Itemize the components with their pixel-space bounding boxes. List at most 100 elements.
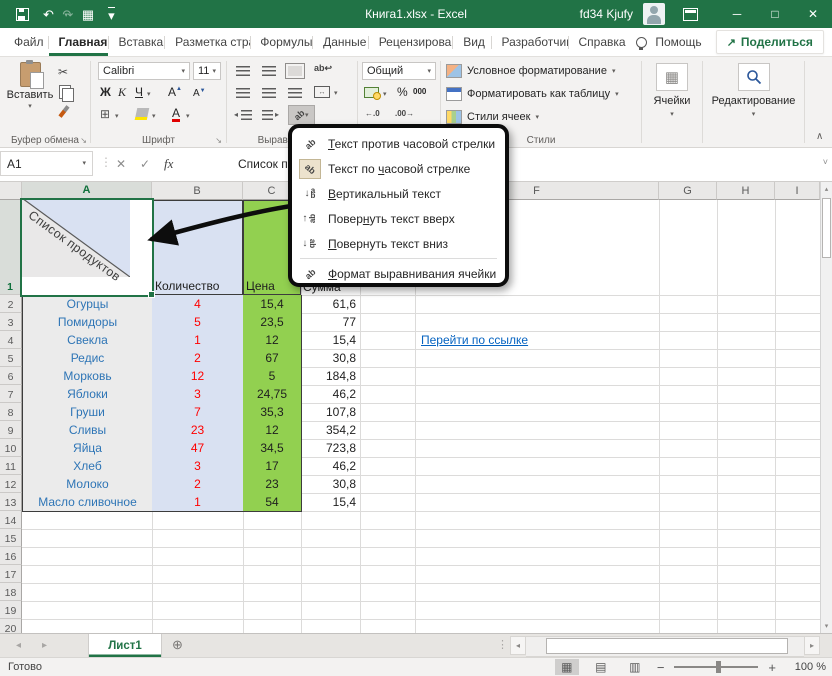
comma-style-button[interactable]: 000: [413, 88, 426, 96]
tab-рецензирован[interactable]: Рецензирован: [369, 28, 453, 56]
row-header-11[interactable]: 11: [0, 457, 22, 475]
row-header-5[interactable]: 5: [0, 349, 22, 367]
prev-sheet-button[interactable]: ◂: [16, 634, 21, 657]
row-header-4[interactable]: 4: [0, 331, 22, 349]
row-header-15[interactable]: 15: [0, 529, 22, 547]
new-sheet-button[interactable]: ⊕: [172, 637, 183, 653]
zoom-slider[interactable]: [674, 666, 758, 668]
cell-C4[interactable]: 12: [243, 331, 302, 350]
borders-chevron-icon[interactable]: ▾: [115, 113, 119, 120]
italic-button[interactable]: К: [118, 86, 126, 98]
column-header-H[interactable]: H: [717, 182, 775, 200]
cell-B1[interactable]: Количество: [152, 200, 243, 295]
column-header-A[interactable]: A: [22, 182, 152, 200]
cell-C10[interactable]: 34,5: [243, 439, 302, 458]
row-header-10[interactable]: 10: [0, 439, 22, 457]
ribbon-display-options-icon[interactable]: [683, 8, 698, 21]
horizontal-scroll-thumb[interactable]: [546, 638, 788, 654]
format-as-table-button[interactable]: Форматировать как таблицу▾: [446, 87, 619, 101]
cell-A5[interactable]: Редис: [22, 349, 153, 368]
tab-вид[interactable]: Вид: [453, 28, 490, 56]
copy-button[interactable]: [59, 85, 71, 99]
undo-button[interactable]: ↶▾: [43, 8, 48, 21]
menu-item-text-rotate-ccw[interactable]: abТекст против часовой стрелки: [292, 131, 505, 156]
fill-color-button[interactable]: [135, 108, 150, 120]
cancel-button[interactable]: ✕: [116, 151, 126, 176]
number-format-combo[interactable]: Общий▾: [362, 62, 436, 80]
fill-color-chevron-icon[interactable]: ▾: [152, 113, 156, 120]
cell-B6[interactable]: 12: [152, 367, 244, 386]
tab-данные[interactable]: Данные: [313, 28, 368, 56]
fill-handle[interactable]: [148, 291, 155, 298]
name-box[interactable]: A1 ▾: [0, 151, 93, 176]
menu-item-format-cell-alignment[interactable]: abФормат выравнивания ячейки: [292, 261, 505, 286]
font-color-chevron-icon[interactable]: ▾: [186, 113, 190, 120]
align-bottom-button[interactable]: [288, 66, 302, 76]
scroll-right-icon[interactable]: ▸: [804, 636, 820, 655]
menu-item-rotate-text-up[interactable]: ↑abПовернуть текст вверх: [292, 206, 505, 231]
scroll-left-icon[interactable]: ◂: [510, 636, 526, 655]
select-all-corner[interactable]: [0, 182, 22, 200]
cell-C12[interactable]: 23: [243, 475, 302, 494]
row-header-16[interactable]: 16: [0, 547, 22, 565]
menu-item-text-rotate-cw[interactable]: abТекст по часовой стрелке: [292, 156, 505, 181]
touch-mode-icon[interactable]: ▦: [82, 8, 94, 21]
cell-styles-button[interactable]: Стили ячеек▾: [446, 110, 539, 124]
vertical-scrollbar[interactable]: ▴▾: [820, 182, 832, 633]
shrink-font-button[interactable]: А▼: [193, 88, 206, 99]
row-header-17[interactable]: 17: [0, 565, 22, 583]
row-header-8[interactable]: 8: [0, 403, 22, 421]
font-color-button[interactable]: А: [172, 107, 180, 122]
share-button[interactable]: ↗ Поделиться: [716, 30, 824, 54]
increase-indent-bars-icon[interactable]: [262, 110, 273, 120]
accounting-format-icon[interactable]: [364, 87, 379, 98]
cell-D4[interactable]: 15,4: [301, 331, 360, 349]
cell-C9[interactable]: 12: [243, 421, 302, 440]
editing-chevron-icon[interactable]: ▾: [704, 111, 803, 118]
underline-button[interactable]: Ч: [135, 86, 143, 98]
wrap-text-button[interactable]: ab↩: [314, 63, 332, 74]
cell-A13[interactable]: Масло сливочное: [22, 493, 153, 512]
tab-разработчик[interactable]: Разработчик: [491, 28, 567, 56]
decrease-decimal-button[interactable]: .00→: [395, 110, 414, 118]
normal-view-button[interactable]: ▦: [555, 659, 579, 675]
collapse-ribbon-icon[interactable]: ∧: [816, 131, 823, 142]
row-header-14[interactable]: 14: [0, 511, 22, 529]
cell-D7[interactable]: 46,2: [301, 385, 360, 403]
hyperlink-cell-F4[interactable]: Перейти по ссылке: [415, 331, 659, 349]
cell-C11[interactable]: 17: [243, 457, 302, 476]
row-header-9[interactable]: 9: [0, 421, 22, 439]
clipboard-dialog-launcher-icon[interactable]: ↘: [80, 136, 87, 145]
row-header-20[interactable]: 20: [0, 619, 22, 633]
cell-A12[interactable]: Молоко: [22, 475, 153, 494]
tab-формулы[interactable]: Формулы: [250, 28, 312, 56]
cell-B13[interactable]: 1: [152, 493, 244, 512]
format-painter-button[interactable]: [58, 105, 69, 118]
cell-D10[interactable]: 723,8: [301, 439, 360, 457]
tab-файл[interactable]: Файл: [4, 28, 48, 56]
grow-font-button[interactable]: А▲: [168, 86, 182, 98]
decrease-indent-button[interactable]: ◂: [234, 110, 238, 119]
align-middle-button[interactable]: [262, 66, 276, 76]
cell-D5[interactable]: 30,8: [301, 349, 360, 367]
name-box-chevron-icon[interactable]: ▾: [82, 160, 86, 167]
accounting-chevron-icon[interactable]: ▾: [383, 91, 387, 98]
row-header-3[interactable]: 3: [0, 313, 22, 331]
merge-center-button[interactable]: ↔: [314, 86, 330, 98]
menu-item-rotate-text-down[interactable]: ↓abПовернуть текст вниз: [292, 231, 505, 256]
font-dialog-launcher-icon[interactable]: ↘: [215, 136, 222, 145]
close-button[interactable]: ✕: [794, 0, 832, 28]
column-header-I[interactable]: I: [775, 182, 820, 200]
cell-D12[interactable]: 30,8: [301, 475, 360, 493]
paste-button[interactable]: Вставить ▾: [6, 62, 54, 110]
cut-button[interactable]: ✂: [58, 66, 68, 78]
help-label[interactable]: Помощь: [655, 35, 701, 49]
scroll-up-icon[interactable]: ▴: [821, 182, 832, 196]
cell-C5[interactable]: 67: [243, 349, 302, 368]
cell-A3[interactable]: Помидоры: [22, 313, 153, 332]
cell-B11[interactable]: 3: [152, 457, 244, 476]
column-header-B[interactable]: B: [152, 182, 243, 200]
cell-D9[interactable]: 354,2: [301, 421, 360, 439]
row-header-19[interactable]: 19: [0, 601, 22, 619]
cell-D11[interactable]: 46,2: [301, 457, 360, 475]
